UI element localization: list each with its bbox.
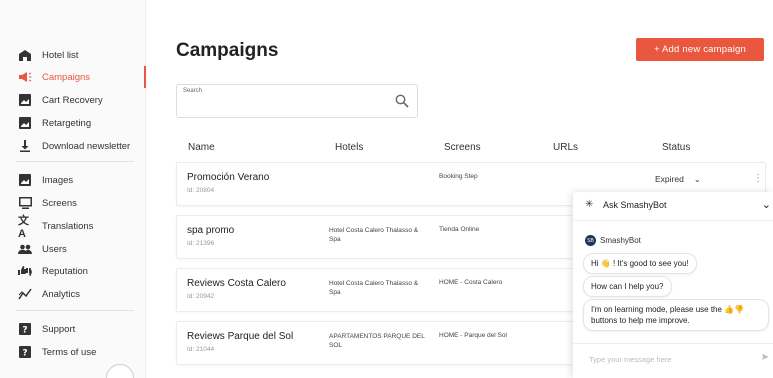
sidebar-item-label: Retargeting (42, 117, 92, 129)
thumbs-icon (18, 264, 32, 278)
column-header-status: Status (662, 142, 691, 153)
sidebar-item-translations[interactable]: 文A Translations (0, 215, 146, 240)
help-icon: ? (18, 322, 32, 336)
sidebar-item-support[interactable]: ? Support (0, 318, 146, 340)
column-header-urls: URLs (553, 142, 579, 153)
chat-divider (573, 343, 773, 344)
send-icon[interactable]: ➤ (761, 352, 769, 363)
sidebar-item-label: Cart Recovery (42, 94, 103, 106)
sidebar-item-reputation[interactable]: Reputation (0, 260, 146, 282)
sidebar-item-images[interactable]: Images (0, 169, 146, 191)
sidebar-item-users[interactable]: Users (0, 238, 146, 260)
sidebar-item-download-newsletter[interactable]: Download newsletter (0, 135, 146, 157)
sidebar-item-label: Hotel list (42, 49, 79, 61)
sidebar-item-screens[interactable]: Screens (0, 192, 146, 214)
sidebar-item-label: Images (42, 174, 74, 186)
svg-text:?: ? (22, 349, 27, 359)
campaign-name[interactable]: Reviews Parque del Sol (187, 331, 293, 342)
help-icon: ? (18, 345, 32, 359)
campaign-hotel: APARTAMENTOS PARQUE DEL SOL (329, 333, 425, 349)
column-header-screens: Screens (444, 142, 481, 153)
hotel-icon (18, 48, 32, 62)
sidebar-divider (16, 310, 134, 311)
sidebar-item-label: Terms of use (42, 346, 97, 358)
chat-message: How can I help you? (583, 276, 672, 297)
search-field[interactable]: Search (176, 84, 418, 118)
chat-message: I'm on learning mode, please use the 👍👎 … (583, 299, 769, 331)
column-header-name: Name (188, 142, 215, 153)
campaign-id: Id: 20804 (187, 187, 215, 194)
sidebar-item-label: Users (42, 243, 67, 255)
monitor-icon (18, 196, 32, 210)
sidebar-item-label: Support (42, 323, 76, 335)
campaign-screen: HOME - Parque del Sol (439, 332, 507, 339)
svg-text:?: ? (22, 326, 27, 336)
chevron-down-icon[interactable]: ⌄ (762, 198, 771, 211)
bot-name: SmashyBot (600, 236, 641, 245)
add-campaign-button[interactable]: + Add new campaign (636, 38, 764, 61)
sidebar-item-retargeting[interactable]: Retargeting (0, 112, 146, 134)
sidebar-item-label: Download newsletter (42, 140, 131, 152)
chatbot-header[interactable]: ✳ Ask SmashyBot ⌄ (573, 192, 773, 218)
sidebar-item-terms-of-use[interactable]: ? Terms of use (0, 341, 146, 363)
sidebar-item-label: Analytics (42, 288, 81, 300)
campaign-hotel: Hotel Costa Calero Thalasso & Spa (329, 280, 419, 296)
sidebar-item-label: Reputation (42, 265, 88, 277)
avatar: SB (585, 235, 596, 246)
chatbot-panel: ✳ Ask SmashyBot ⌄ SB SmashyBot Hi 👋 ! It… (573, 192, 773, 378)
column-header-hotels: Hotels (335, 142, 364, 153)
campaign-id: Id: 21396 (187, 240, 215, 247)
campaign-screen: HOME - Costa Calero (439, 279, 503, 286)
sidebar-item-analytics[interactable]: Analytics (0, 283, 146, 305)
chat-divider (573, 220, 773, 221)
megaphone-icon (18, 70, 32, 84)
status-dropdown[interactable]: Expired ⌄ (655, 174, 701, 184)
download-icon (18, 139, 32, 153)
sidebar-collapse-button[interactable] (106, 364, 134, 378)
sidebar: Hotel list Campaigns Cart Recovery Retar… (0, 0, 146, 378)
search-label: Search (183, 88, 203, 94)
sidebar-item-label: Translations (42, 220, 94, 232)
sidebar-item-campaigns[interactable]: Campaigns (0, 66, 146, 88)
campaign-screen: Tienda Online (439, 226, 480, 233)
translate-icon: 文A (18, 215, 29, 240)
retargeting-icon (18, 116, 32, 130)
more-options-icon[interactable]: ⋮ (753, 174, 763, 191)
campaign-id: Id: 21044 (187, 346, 215, 353)
campaign-name[interactable]: Reviews Costa Calero (187, 278, 286, 289)
campaign-name[interactable]: Promoción Verano (187, 172, 269, 183)
sidebar-item-label: Campaigns (42, 71, 91, 83)
sidebar-item-cart-recovery[interactable]: Cart Recovery (0, 89, 146, 111)
chat-message-input[interactable] (589, 352, 749, 366)
analytics-icon (18, 287, 32, 301)
campaign-name[interactable]: spa promo (187, 225, 234, 236)
image-icon (18, 173, 32, 187)
chatbot-title: Ask SmashyBot (603, 200, 667, 210)
chevron-down-icon: ⌄ (693, 174, 701, 184)
sidebar-item-label: Screens (42, 197, 77, 209)
campaign-id: Id: 20942 (187, 293, 215, 300)
chat-message: Hi 👋 ! It's good to see you! (583, 253, 697, 274)
campaign-hotel: Hotel Costa Calero Thalasso & Spa (329, 227, 419, 243)
search-icon[interactable] (395, 94, 409, 108)
search-input[interactable] (183, 98, 393, 114)
sidebar-divider (16, 161, 134, 162)
campaign-screen: Booking Step (439, 173, 478, 180)
sidebar-item-hotel-list[interactable]: Hotel list (0, 44, 146, 66)
users-icon (18, 242, 32, 256)
cart-recovery-icon (18, 93, 32, 107)
sparkle-icon: ✳ (585, 199, 594, 210)
page-title: Campaigns (176, 40, 279, 61)
status-badge: Expired (655, 174, 684, 184)
